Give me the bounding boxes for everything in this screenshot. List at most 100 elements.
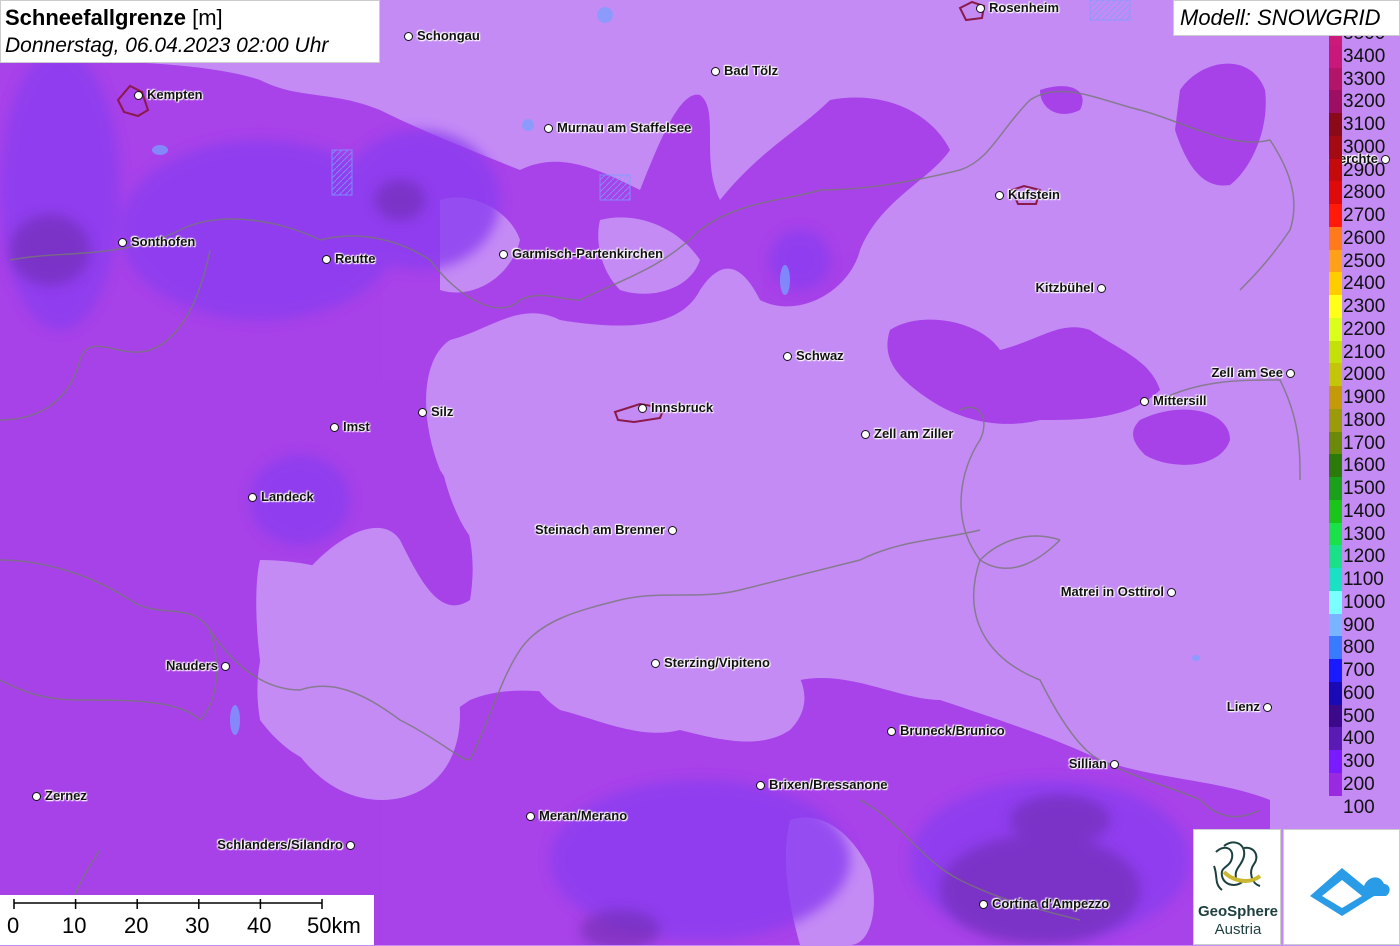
- city-label: Garmisch-Partenkirchen: [512, 246, 664, 261]
- city-marker-icon: [1286, 369, 1295, 378]
- legend-label: 1300: [1343, 523, 1386, 545]
- city-marker-icon: [526, 812, 535, 821]
- city-marker-icon: [346, 841, 355, 850]
- legend-swatch: [1329, 613, 1342, 637]
- city-label: Schwaz: [796, 348, 844, 363]
- legend-item: 500: [1327, 704, 1400, 728]
- city-marker-icon: [404, 32, 413, 41]
- city-label: Reutte: [335, 251, 376, 266]
- cloud-house-icon: [1310, 868, 1390, 916]
- geosphere-logo[interactable]: GeoSphere Austria: [1193, 829, 1281, 945]
- city-marker-icon: [783, 352, 792, 361]
- legend-label: 1900: [1343, 387, 1386, 408]
- legend-label: 1000: [1343, 591, 1386, 613]
- cloud-logo[interactable]: [1283, 829, 1400, 945]
- legend-swatch: [1329, 431, 1342, 455]
- city-label: Schlanders/Silandro: [217, 837, 343, 852]
- legend-label: 2500: [1343, 250, 1386, 272]
- legend-item: 3200: [1327, 90, 1400, 114]
- legend-swatch: [1329, 44, 1342, 68]
- city-label: Rosenheim: [989, 0, 1060, 15]
- city-marker-icon: [322, 255, 331, 264]
- legend-swatch: [1329, 408, 1342, 432]
- legend-item: 2100: [1327, 340, 1400, 364]
- map-date: Donnerstag, 06.04.2023 02:00 Uhr: [5, 34, 329, 57]
- legend-label: 3300: [1343, 68, 1386, 90]
- legend-label: 200: [1343, 773, 1375, 795]
- legend-swatch: [1329, 295, 1342, 318]
- legend-swatch: [1329, 113, 1342, 136]
- city-label: Innsbruck: [651, 400, 714, 415]
- legend-label: 2800: [1343, 182, 1386, 204]
- city-label: Zell am See: [1211, 365, 1283, 380]
- legend-item: 1500: [1327, 477, 1400, 500]
- legend-item: 700: [1327, 659, 1400, 682]
- legend-swatch: [1329, 636, 1342, 660]
- legend-item: 2300: [1327, 295, 1400, 318]
- legend-swatch: [1329, 499, 1342, 523]
- legend-item: 1700: [1327, 431, 1400, 455]
- legend-item: 1800: [1327, 408, 1400, 432]
- legend-item: 3400: [1327, 44, 1400, 68]
- scale-label-10: 10: [62, 913, 87, 938]
- city-label: Zernez: [45, 788, 87, 803]
- geosphere-text: GeoSphere: [1197, 903, 1279, 920]
- legend-label: 2900: [1343, 159, 1386, 181]
- legend-swatch: [1329, 181, 1342, 205]
- legend-item: 2500: [1327, 249, 1400, 273]
- city-label: Sterzing/Vipiteno: [664, 655, 770, 670]
- city-marker-icon: [248, 493, 257, 502]
- city-label: Kitzbühel: [1035, 280, 1095, 295]
- legend-label: 400: [1343, 728, 1375, 750]
- austria-text: Austria: [1214, 921, 1262, 938]
- city-label: Sillian: [1068, 756, 1107, 771]
- legend-label: 1500: [1343, 478, 1386, 499]
- scale-label-40: 40: [247, 913, 272, 938]
- legend-item: 1100: [1327, 568, 1400, 591]
- legend-label: 1800: [1343, 409, 1386, 431]
- city-marker-icon: [221, 662, 230, 671]
- legend-item: 3100: [1327, 113, 1400, 136]
- legend-label: 2000: [1343, 364, 1386, 386]
- legend-item: 1600: [1327, 454, 1400, 478]
- city-label: Murnau am Staffelsee: [557, 120, 692, 135]
- legend-item: 2600: [1327, 226, 1400, 250]
- legend-label: 2700: [1343, 205, 1386, 226]
- city-marker-icon: [861, 430, 870, 439]
- legend-item: 900: [1327, 613, 1400, 637]
- legend-swatch: [1329, 135, 1342, 159]
- legend-swatch: [1329, 386, 1342, 409]
- scale-bar: 0 10 20 30 40 50km: [0, 895, 374, 945]
- legend-label: 3200: [1343, 91, 1386, 113]
- legend-item: 600: [1327, 681, 1400, 705]
- city-marker-icon: [1097, 284, 1106, 293]
- legend-label: 300: [1343, 751, 1375, 772]
- legend-item: 2400: [1327, 272, 1400, 296]
- legend-label: 2400: [1343, 273, 1386, 295]
- city-label: Nauders: [165, 658, 218, 673]
- legend-swatch: [1329, 340, 1342, 364]
- city-marker-icon: [756, 781, 765, 790]
- city-marker-icon: [668, 526, 677, 535]
- legend-label: 1400: [1343, 500, 1386, 522]
- scale-label-0: 0: [7, 913, 20, 938]
- legend-item: 3500: [1327, 36, 1400, 45]
- scale-label-50km: 50km: [307, 913, 361, 938]
- legend-label: 500: [1343, 705, 1375, 727]
- legend-label: 600: [1343, 682, 1375, 704]
- legend-label: 2600: [1343, 227, 1386, 249]
- city-marker-icon: [134, 91, 143, 100]
- legend-item: 200: [1327, 772, 1400, 796]
- city-marker-icon: [418, 408, 427, 417]
- model-label: Modell: SNOWGRID: [1173, 0, 1400, 36]
- legend-swatch: [1329, 590, 1342, 614]
- city-label: Cortina d'Ampezzo: [992, 896, 1110, 911]
- legend-label: 900: [1343, 614, 1375, 636]
- legend-item: 2700: [1327, 204, 1400, 227]
- legend-swatch: [1329, 522, 1342, 546]
- map-canvas[interactable]: [0, 0, 1400, 945]
- city-marker-icon: [976, 4, 985, 13]
- legend-item: 100: [1327, 795, 1400, 819]
- legend-item: 2800: [1327, 181, 1400, 205]
- color-legend: 3500340033003200310030002900280027002600…: [1327, 36, 1400, 832]
